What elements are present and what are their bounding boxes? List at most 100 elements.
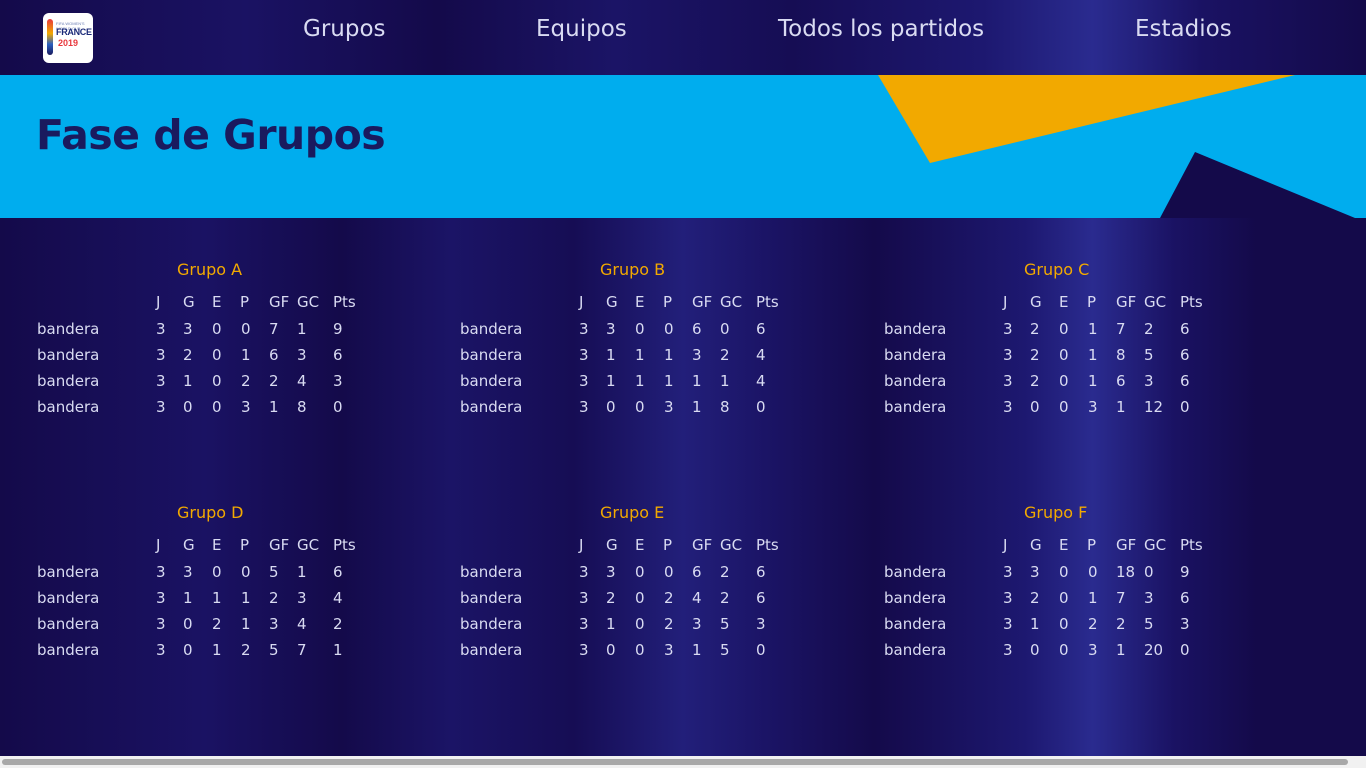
stat-cell: 3	[692, 346, 702, 364]
stat-cell: 1	[635, 372, 645, 390]
column-header: GC	[297, 293, 320, 311]
team-flag-label[interactable]: bandera	[460, 589, 522, 607]
column-header: J	[1003, 536, 1008, 554]
stat-cell: 8	[720, 398, 730, 416]
nav-item-estadios[interactable]: Estadios	[1135, 16, 1232, 42]
stat-cell: 3	[156, 398, 166, 416]
stat-cell: 3	[1030, 563, 1040, 581]
horizontal-scrollbar[interactable]	[0, 756, 1366, 768]
team-flag-label[interactable]: bandera	[884, 320, 946, 338]
stat-cell: 0	[664, 563, 674, 581]
stat-cell: 0	[1059, 641, 1069, 659]
column-header: GF	[269, 293, 290, 311]
stat-cell: 8	[297, 398, 307, 416]
team-flag-label[interactable]: bandera	[37, 346, 99, 364]
column-header: GF	[692, 536, 713, 554]
team-flag-label[interactable]: bandera	[460, 398, 522, 416]
column-header: Pts	[756, 293, 779, 311]
nav-item-grupos[interactable]: Grupos	[303, 16, 386, 42]
team-flag-label[interactable]: bandera	[37, 615, 99, 633]
stat-cell: 2	[1030, 320, 1040, 338]
team-flag-label[interactable]: bandera	[37, 372, 99, 390]
team-flag-label[interactable]: bandera	[37, 641, 99, 659]
stat-cell: 7	[269, 320, 279, 338]
stat-cell: 0	[241, 563, 251, 581]
stat-cell: 8	[1116, 346, 1126, 364]
stat-cell: 3	[664, 398, 674, 416]
column-header: P	[663, 536, 673, 554]
fifa-womens-world-cup-logo[interactable]: FIFA WOMEN'S WORLD CUP FRANCE 2019	[43, 13, 93, 63]
column-header: GF	[269, 536, 290, 554]
scrollbar-thumb[interactable]	[2, 759, 1348, 765]
team-flag-label[interactable]: bandera	[460, 641, 522, 659]
column-header: P	[1087, 536, 1097, 554]
team-flag-label[interactable]: bandera	[884, 589, 946, 607]
stat-cell: 0	[664, 320, 674, 338]
stat-cell: 3	[1003, 615, 1013, 633]
stat-cell: 6	[1116, 372, 1126, 390]
group-title: Grupo A	[177, 260, 243, 279]
group-table-c: Grupo C J G E P GF GC Pts bandera 3 2 0 1 7 2 6 bandera 3…	[847, 218, 1267, 438]
group-table-b: Grupo B J G E P GF GC Pts bandera 3 3 0 0 6 0 6 bandera 3…	[423, 218, 843, 438]
team-flag-label[interactable]: bandera	[37, 398, 99, 416]
column-header: E	[212, 293, 222, 311]
column-header: GC	[720, 293, 743, 311]
group-standings-area: Grupo A J G E P GF GC Pts bandera 3 3 0 0 7 1 9 bandera 3…	[0, 218, 1366, 756]
orange-triangle-shape	[878, 75, 1295, 163]
stat-cell: 0	[212, 563, 222, 581]
stat-cell: 3	[1088, 398, 1098, 416]
stat-cell: 0	[635, 563, 645, 581]
stat-cell: 2	[1030, 589, 1040, 607]
column-header: GC	[297, 536, 320, 554]
nav-item-equipos[interactable]: Equipos	[536, 16, 627, 42]
stat-cell: 0	[756, 398, 766, 416]
stat-cell: 3	[297, 346, 307, 364]
column-header: E	[1059, 293, 1069, 311]
team-flag-label[interactable]: bandera	[460, 563, 522, 581]
stat-cell: 0	[606, 398, 616, 416]
stat-cell: 3	[579, 372, 589, 390]
stat-cell: 3	[183, 563, 193, 581]
team-flag-label[interactable]: bandera	[460, 320, 522, 338]
stat-cell: 0	[635, 320, 645, 338]
stat-cell: 1	[212, 589, 222, 607]
team-flag-label[interactable]: bandera	[884, 398, 946, 416]
column-header: P	[663, 293, 673, 311]
stat-cell: 6	[756, 563, 766, 581]
stat-cell: 3	[297, 589, 307, 607]
column-header: GC	[1144, 536, 1167, 554]
stat-cell: 0	[1030, 641, 1040, 659]
stat-cell: 6	[692, 320, 702, 338]
stat-cell: 1	[183, 589, 193, 607]
stat-cell: 3	[156, 372, 166, 390]
stat-cell: 2	[212, 615, 222, 633]
stat-cell: 3	[1003, 320, 1013, 338]
stat-cell: 0	[635, 398, 645, 416]
team-flag-label[interactable]: bandera	[460, 372, 522, 390]
stat-cell: 1	[692, 372, 702, 390]
team-flag-label[interactable]: bandera	[460, 615, 522, 633]
team-flag-label[interactable]: bandera	[460, 346, 522, 364]
stat-cell: 0	[183, 641, 193, 659]
stat-cell: 0	[1088, 563, 1098, 581]
team-flag-label[interactable]: bandera	[37, 320, 99, 338]
column-header: J	[579, 536, 584, 554]
team-flag-label[interactable]: bandera	[884, 615, 946, 633]
stat-cell: 3	[1003, 346, 1013, 364]
stat-cell: 1	[1088, 346, 1098, 364]
stat-cell: 0	[212, 372, 222, 390]
stat-cell: 0	[606, 641, 616, 659]
team-flag-label[interactable]: bandera	[884, 641, 946, 659]
stat-cell: 1	[1116, 641, 1126, 659]
team-flag-label[interactable]: bandera	[884, 563, 946, 581]
stat-cell: 6	[692, 563, 702, 581]
team-flag-label[interactable]: bandera	[884, 372, 946, 390]
stat-cell: 1	[664, 372, 674, 390]
team-flag-label[interactable]: bandera	[37, 589, 99, 607]
team-flag-label[interactable]: bandera	[37, 563, 99, 581]
stat-cell: 0	[1144, 563, 1154, 581]
team-flag-label[interactable]: bandera	[884, 346, 946, 364]
stat-cell: 3	[579, 398, 589, 416]
nav-item-todos-los-partidos[interactable]: Todos los partidos	[778, 16, 984, 42]
stat-cell: 12	[1144, 398, 1164, 416]
